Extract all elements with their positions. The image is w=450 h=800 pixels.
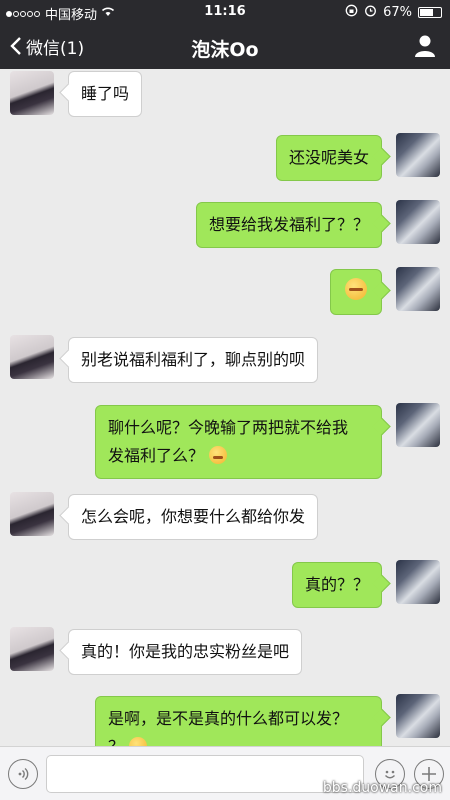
avatar[interactable]	[10, 492, 54, 536]
avatar[interactable]	[396, 403, 440, 447]
message-text: 想要给我发福利了？？	[208, 215, 369, 234]
message-bubble[interactable]: 真的！你是我的忠实粉丝是吧	[68, 629, 303, 675]
chat-area[interactable]: 睡了吗 还没呢美女 想要给我发福利了？？ 别老说福利福利了，聊点别的呗 聊什么呢…	[0, 69, 450, 746]
avatar[interactable]	[396, 267, 440, 311]
person-icon[interactable]	[414, 34, 436, 58]
avatar[interactable]	[10, 335, 54, 379]
chat-title: 泡沫Oo	[191, 39, 259, 61]
message-bubble[interactable]: 聊什么呢？今晚输了两把就不给我 发福利了么？	[95, 405, 382, 479]
avatar[interactable]	[396, 694, 440, 738]
message-bubble[interactable]: 睡了吗	[68, 71, 143, 117]
avatar[interactable]	[10, 627, 54, 671]
grin-emoji-icon	[345, 278, 367, 300]
message-text: 真的？？	[304, 575, 369, 594]
avatar[interactable]	[10, 71, 54, 115]
message-text: 睡了吗	[81, 84, 130, 103]
message-bubble[interactable]	[330, 269, 382, 315]
message-bubble[interactable]: 真的？？	[291, 562, 382, 608]
input-bar: bbs.duowan.com	[0, 746, 450, 800]
message-bubble[interactable]: 怎么会呢，你想要什么都给你发	[68, 494, 319, 540]
message-text-line: ？	[108, 737, 124, 746]
avatar[interactable]	[396, 560, 440, 604]
message-text: 别老说福利福利了，聊点别的呗	[81, 350, 306, 369]
message-bubble[interactable]: 想要给我发福利了？？	[195, 202, 382, 248]
chat-header: 微信(1) 泡沫Oo	[0, 24, 450, 69]
message-bubble[interactable]: 还没呢美女	[275, 135, 382, 181]
heart-eyes-emoji-icon	[129, 737, 148, 746]
message-text: 还没呢美女	[288, 148, 369, 167]
message-text: 怎么会呢，你想要什么都给你发	[81, 507, 306, 526]
smirk-emoji-icon	[209, 446, 228, 464]
message-text-line: 发福利了么？	[108, 446, 205, 465]
alarm-icon	[364, 4, 377, 21]
voice-icon[interactable]	[8, 759, 38, 789]
message-text-line: 是啊，是不是真的什么都可以发？	[108, 709, 349, 728]
rotation-lock-icon	[345, 4, 358, 21]
battery-percent: 67%	[383, 5, 412, 20]
message-input[interactable]	[46, 755, 364, 793]
status-bar: 中国移动 11:16 67%	[0, 0, 450, 24]
avatar[interactable]	[396, 133, 440, 177]
message-bubble[interactable]: 是啊，是不是真的什么都可以发？ ？	[95, 696, 382, 746]
message-text-line: 聊什么呢？今晚输了两把就不给我	[108, 418, 349, 437]
message-text: 真的！你是我的忠实粉丝是吧	[81, 642, 290, 661]
message-bubble[interactable]: 别老说福利福利了，聊点别的呗	[68, 337, 319, 383]
watermark: bbs.duowan.com	[322, 780, 442, 796]
battery-icon	[418, 7, 442, 18]
avatar[interactable]	[396, 200, 440, 244]
